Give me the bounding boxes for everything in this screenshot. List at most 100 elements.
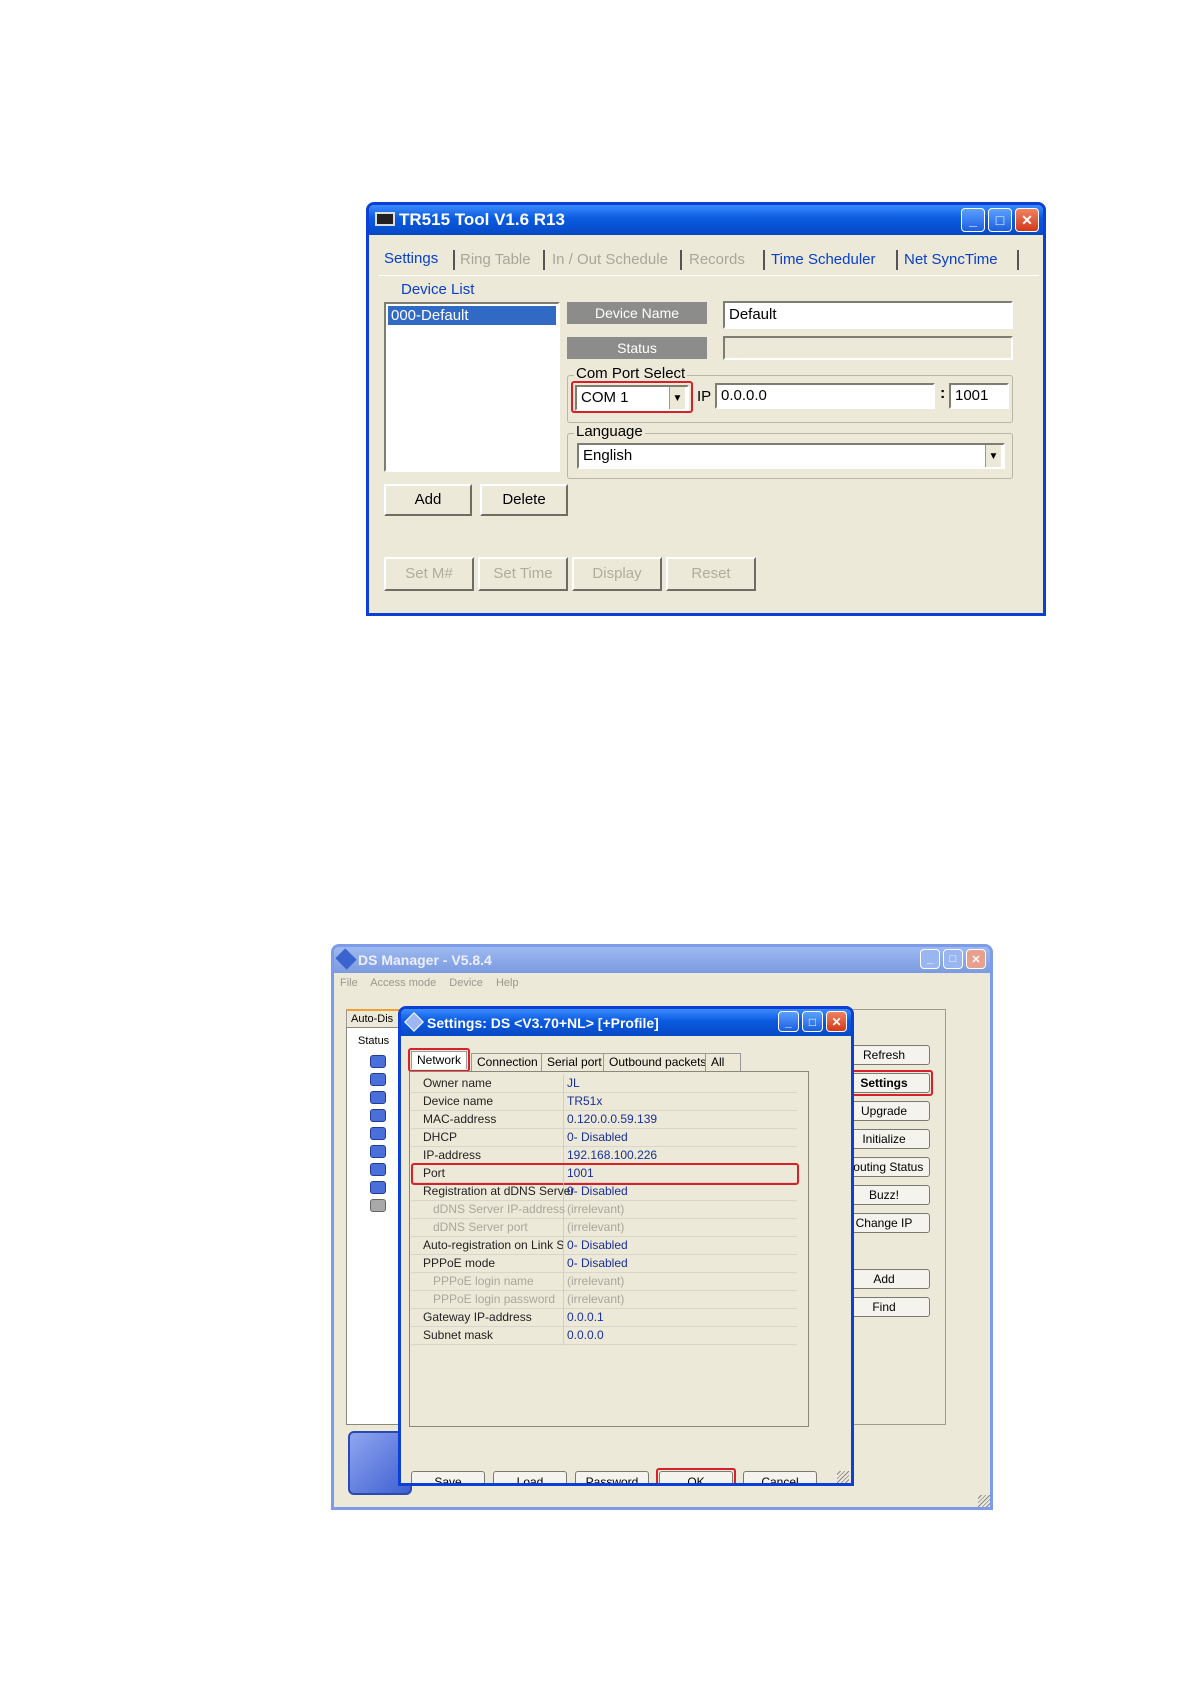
property-row[interactable]: DHCP 0- Disabled [411,1129,797,1147]
property-row[interactable]: PPPoE login password (irrelevant) [411,1291,797,1309]
property-value[interactable]: JL [567,1075,580,1092]
tab-serial-port[interactable]: Serial port [541,1053,608,1071]
grid-column-line [563,1291,564,1309]
add-button[interactable]: Add [384,484,472,516]
property-row[interactable]: Registration at dDNS Server 0- Disabled [411,1183,797,1201]
grid-column-line [563,1237,564,1255]
settings-titlebar[interactable]: Settings: DS <V3.70+NL> [+Profile] _ □ ✕ [401,1009,851,1036]
ip-label: IP [697,388,712,405]
property-row[interactable]: MAC-address 0.120.0.0.59.139 [411,1111,797,1129]
property-name: dDNS Server port [433,1220,528,1234]
grid-column-line [563,1129,564,1147]
property-value[interactable]: 0- Disabled [567,1255,628,1272]
save-button[interactable]: Save [411,1471,485,1483]
display-button[interactable]: Display [572,557,662,591]
property-name: Registration at dDNS Server [423,1184,575,1198]
tab-outbound-packets[interactable]: Outbound packets [603,1053,713,1071]
menu-file[interactable]: File [340,977,358,989]
tab-settings[interactable]: Settings [384,250,438,267]
property-value[interactable]: 0- Disabled [567,1129,628,1146]
maximize-icon[interactable]: □ [943,949,963,969]
property-value[interactable]: 0- Disabled [567,1183,628,1200]
tab-separator [680,250,682,270]
grid-column-line [563,1255,564,1273]
property-row[interactable]: Gateway IP-address 0.0.0.1 [411,1309,797,1327]
property-row[interactable]: Auto-registration on Link Serv 0- Disable… [411,1237,797,1255]
tab-net-synctime[interactable]: Net SyncTime [904,251,998,268]
tab-records[interactable]: Records [689,251,745,268]
close-icon[interactable]: ✕ [966,949,986,969]
tr515-window: TR515 Tool V1.6 R13 _ □ ✕ Settings Ring … [366,202,1046,616]
property-value[interactable]: TR51x [567,1093,602,1110]
set-m-button[interactable]: Set M# [384,557,474,591]
port-separator: : [940,385,946,402]
device-list-label: Device List [401,281,475,298]
status-column-header: Status [358,1035,390,1047]
port-row-highlight [411,1163,799,1185]
property-value[interactable]: 0.120.0.0.59.139 [567,1111,657,1128]
property-row[interactable]: Owner name JL [411,1075,797,1093]
property-value[interactable]: 0.0.0.1 [567,1309,604,1326]
status-label: Status [567,337,707,359]
grid-column-line [563,1219,564,1237]
grid-column-line [563,1327,564,1345]
ds-manager-titlebar[interactable]: DS Manager - V5.8.4 _ □ ✕ [334,947,990,973]
device-status-icon [370,1181,386,1194]
minimize-icon[interactable]: _ [778,1011,799,1032]
property-name: MAC-address [423,1112,497,1126]
property-row[interactable]: dDNS Server IP-address (irrelevant) [411,1201,797,1219]
com-port-group-title: Com Port Select [574,365,688,382]
property-row[interactable]: Subnet mask 0.0.0.0 [411,1327,797,1345]
tab-ring-table[interactable]: Ring Table [460,251,531,268]
settings-dialog: Settings: DS <V3.70+NL> [+Profile] _ □ ✕… [398,1006,854,1486]
resize-grip-icon[interactable] [837,1471,849,1483]
property-name: Device name [423,1094,494,1108]
tab-in-out-schedule[interactable]: In / Out Schedule [552,251,668,268]
property-name: Owner name [423,1076,492,1090]
port-input[interactable]: 1001 [949,383,1009,409]
property-value[interactable]: 0- Disabled [567,1237,628,1254]
menu-device[interactable]: Device [449,977,483,989]
close-icon[interactable]: ✕ [1015,208,1039,232]
load-button[interactable]: Load [493,1471,567,1483]
delete-button[interactable]: Delete [480,484,568,516]
property-value: (irrelevant) [567,1220,625,1234]
device-name-label: Device Name [567,302,707,324]
property-value[interactable]: 192.168.100.226 [567,1147,657,1164]
property-row[interactable]: dDNS Server port (irrelevant) [411,1219,797,1237]
property-value[interactable]: 0.0.0.0 [567,1327,604,1344]
close-icon[interactable]: ✕ [826,1011,847,1032]
tab-all[interactable]: All [705,1053,741,1071]
property-row[interactable]: PPPoE mode 0- Disabled [411,1255,797,1273]
device-status-icon [370,1091,386,1104]
device-list-item[interactable]: 000-Default [388,306,556,325]
property-name: PPPoE mode [423,1256,496,1270]
password-button[interactable]: Password [575,1471,649,1483]
cancel-button[interactable]: Cancel [743,1471,817,1483]
device-list[interactable]: 000-Default [384,302,560,472]
tr515-titlebar[interactable]: TR515 Tool V1.6 R13 _ □ ✕ [369,205,1043,235]
property-row[interactable]: Device name TR51x [411,1093,797,1111]
minimize-icon[interactable]: _ [961,208,985,232]
tab-time-scheduler[interactable]: Time Scheduler [771,251,876,268]
menu-help[interactable]: Help [496,977,519,989]
auto-discovery-tab[interactable]: Auto-Dis [346,1009,406,1027]
set-time-button[interactable]: Set Time [478,557,568,591]
reset-button[interactable]: Reset [666,557,756,591]
property-name: Auto-registration on Link Serv [423,1238,563,1252]
tab-connection[interactable]: Connection [471,1053,544,1071]
menu-access-mode[interactable]: Access mode [370,977,436,989]
property-row[interactable]: PPPoE login name (irrelevant) [411,1273,797,1291]
minimize-icon[interactable]: _ [920,949,940,969]
device-name-field[interactable]: Default [723,301,1013,329]
resize-grip-icon[interactable] [978,1495,990,1507]
device-status-icon [370,1109,386,1122]
language-select[interactable]: English [577,443,1005,469]
property-value: (irrelevant) [567,1202,625,1216]
maximize-icon[interactable]: □ [988,208,1012,232]
ip-input[interactable]: 0.0.0.0 [715,383,935,409]
chevron-down-icon[interactable]: ▼ [985,445,1001,467]
property-value: (irrelevant) [567,1274,625,1288]
device-status-panel [346,1027,406,1425]
maximize-icon[interactable]: □ [802,1011,823,1032]
